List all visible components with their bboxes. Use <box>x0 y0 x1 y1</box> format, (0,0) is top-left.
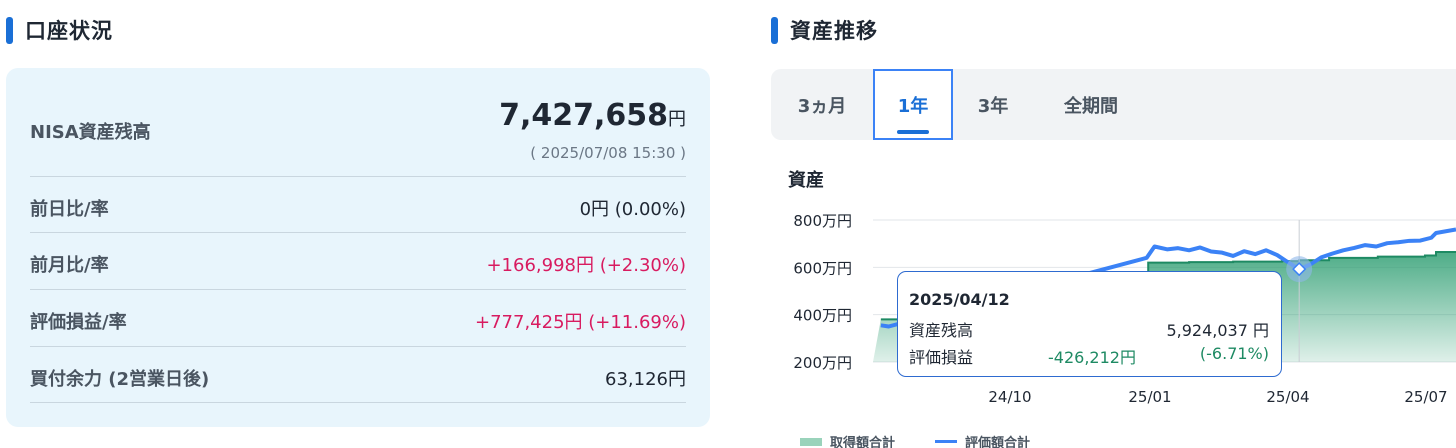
tooltip-gain-pct: (-6.71%) <box>1199 344 1269 363</box>
y-tick-label: 800万円 <box>793 212 852 230</box>
tooltip-balance-value: 5,924,037 円 <box>1166 321 1269 340</box>
asset-chart[interactable]: 800万円 600万円 400万円 200万円 24/10 25/01 25/04 25/07 <box>0 0 1456 448</box>
x-tick-label: 25/01 <box>1128 388 1171 406</box>
legend-cost-label: 取得額合計 <box>830 436 896 448</box>
x-tick-label: 25/04 <box>1266 388 1309 406</box>
tooltip-gain-label: 評価損益 <box>909 348 974 367</box>
chart-tooltip: 2025/04/12 資産残高 5,924,037 円 評価損益 -426,21… <box>897 271 1282 377</box>
x-tick-label: 24/10 <box>988 388 1031 406</box>
tooltip-balance-label: 資産残高 <box>909 321 974 340</box>
x-tick-label: 25/07 <box>1404 388 1447 406</box>
legend-item-cost[interactable]: 取得額合計 <box>800 432 895 448</box>
tooltip-date: 2025/04/12 <box>909 290 1010 309</box>
y-tick-label: 400万円 <box>793 307 852 325</box>
area-swatch-icon <box>800 437 822 446</box>
line-swatch-icon <box>935 440 957 443</box>
y-tick-label: 200万円 <box>793 354 852 372</box>
legend-item-value[interactable]: 評価額合計 <box>935 432 1030 448</box>
tooltip-gain-value: -426,212円 <box>1048 348 1136 367</box>
legend-value-label: 評価額合計 <box>965 436 1031 448</box>
y-tick-label: 600万円 <box>793 259 852 277</box>
